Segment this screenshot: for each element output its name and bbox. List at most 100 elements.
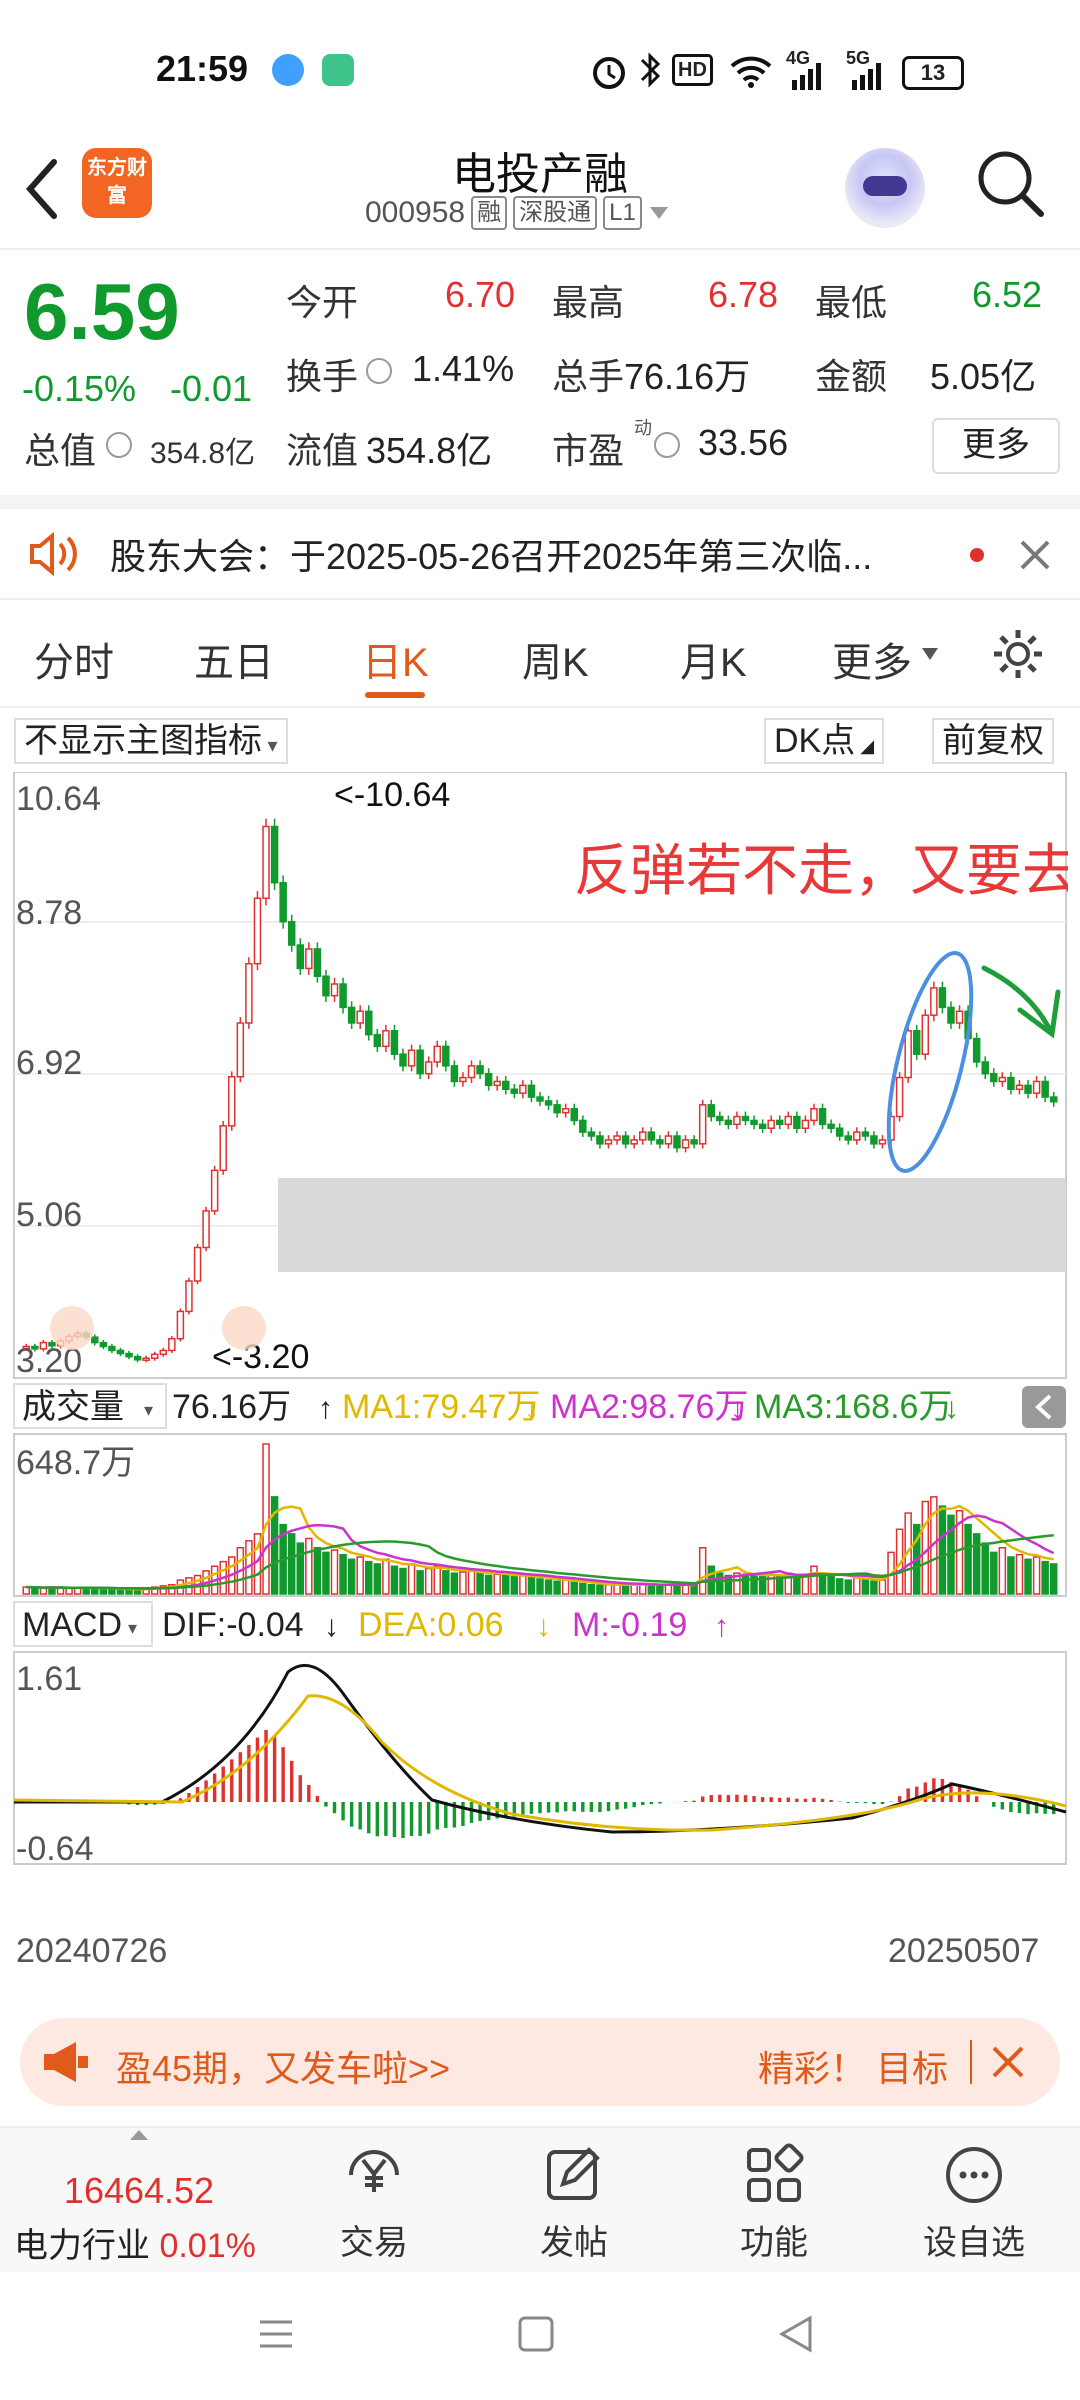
candle [125, 1352, 133, 1358]
adjust-button[interactable]: 前复权 [932, 718, 1054, 764]
candle [621, 1135, 630, 1145]
tab-daily-k[interactable]: 日K [362, 630, 429, 688]
notice-text[interactable]: 股东大会：于2025-05-26召开2025年第三次临... [110, 528, 872, 580]
tab-monthly-k[interactable]: 月K [680, 630, 747, 688]
post-button[interactable]: 发帖 [474, 2128, 674, 2264]
current-price: 6.59 [24, 267, 180, 356]
promo-banner[interactable]: 盈45期，又发车啦>> 精彩！ 目标 [20, 2018, 1060, 2106]
alarm-icon [593, 57, 625, 89]
candle [921, 1014, 930, 1055]
volume-label: 总手 [552, 356, 625, 397]
tab-more[interactable]: 更多 [832, 630, 912, 688]
macd-bar [606, 1802, 611, 1812]
macd-bar [940, 1778, 945, 1802]
support-zone [278, 1178, 1066, 1272]
dk-marker[interactable] [50, 1306, 94, 1350]
volume-bar [262, 1443, 270, 1595]
menu-icon[interactable] [256, 2314, 296, 2354]
volume-bar [793, 1575, 801, 1595]
industry-index[interactable]: 16464.52 电力行业 0.01% [14, 2130, 264, 2267]
dk-point-label: DK点 [774, 722, 856, 760]
assistant-robot-avatar[interactable] [845, 148, 925, 228]
volume-bar [998, 1547, 1007, 1595]
volume-bar [647, 1584, 656, 1595]
candle [673, 1135, 681, 1149]
macd-bar [649, 1802, 654, 1805]
volume-ma1: MA1:79.47万 [342, 1388, 540, 1426]
volume-bar [921, 1500, 930, 1595]
candle [168, 1337, 176, 1352]
dk-point-button[interactable]: DK点 ◢ [764, 718, 885, 764]
hd-icon: HD [672, 54, 713, 86]
macd-bar [803, 1798, 808, 1802]
tab-five-day[interactable]: 五日 [194, 630, 274, 688]
volume-bar [673, 1584, 681, 1595]
volume-bar [938, 1505, 947, 1595]
info-icon[interactable] [366, 358, 392, 384]
candle [955, 1010, 964, 1024]
volume-bar [493, 1573, 501, 1595]
macd-bar [572, 1802, 576, 1812]
volume-bar [553, 1580, 561, 1595]
functions-button[interactable]: 功能 [674, 2128, 874, 2264]
candle [990, 1072, 998, 1083]
home-icon[interactable] [516, 2314, 556, 2354]
tab-intraday[interactable]: 分时 [34, 630, 114, 688]
signal-4g-icon [792, 63, 821, 90]
candle [287, 920, 296, 946]
volume-bar [502, 1574, 510, 1595]
back-triangle-icon[interactable] [776, 2314, 816, 2354]
status-time: 21:59 [156, 48, 249, 89]
macd-bar [486, 1802, 491, 1821]
candle [484, 1072, 493, 1087]
volume-bar [716, 1572, 724, 1595]
search-icon[interactable] [975, 148, 1045, 218]
candle [133, 1355, 142, 1361]
down-arrow-icon: ↓ [730, 1392, 745, 1425]
candle [716, 1115, 724, 1122]
candle [433, 1045, 442, 1063]
speaker-icon [30, 532, 77, 576]
candle [228, 1076, 236, 1127]
stock-code-row[interactable]: 000958 融 深股通 L1 [365, 196, 670, 230]
more-button[interactable]: 更多 [932, 418, 1060, 474]
tab-weekly-k[interactable]: 周K [522, 630, 589, 688]
close-icon[interactable] [990, 2044, 1026, 2080]
candle [382, 1030, 390, 1048]
candle [844, 1135, 852, 1141]
volume-bar [442, 1570, 450, 1595]
candle [245, 962, 253, 1024]
candle [253, 897, 262, 965]
macd-bar [255, 1737, 260, 1802]
candle [176, 1310, 185, 1340]
kline-chart[interactable]: 10.64 8.78 6.92 5.06 3.20 <-10.64 <-3.20… [12, 772, 1068, 2020]
macd-max-label: 1.61 [16, 1660, 82, 1698]
dropdown-triangle-icon [922, 648, 938, 660]
candle [365, 1010, 373, 1036]
volume-bar [656, 1584, 664, 1595]
close-icon[interactable] [1018, 538, 1052, 572]
macd-histogram [33, 1729, 1056, 1839]
candle [493, 1080, 501, 1087]
add-watchlist-button[interactable]: 设自选 [874, 2128, 1074, 2264]
volume-value: 76.16万 [624, 356, 751, 397]
dk-marker[interactable] [222, 1306, 266, 1350]
macd-bar [897, 1796, 902, 1802]
settings-gear-icon[interactable] [990, 626, 1046, 682]
collapse-panel-button[interactable] [1022, 1386, 1066, 1428]
trade-button[interactable]: 交易 [274, 2128, 474, 2264]
volume-ma3: MA3:168.6万 [754, 1388, 952, 1426]
more-dots-icon [946, 2147, 1002, 2203]
macd-bar [658, 1802, 662, 1804]
candle [698, 1104, 707, 1145]
macd-bar [778, 1797, 782, 1802]
macd-bar [812, 1797, 816, 1802]
main-indicator-select[interactable]: 不显示主图指标 ▾ [14, 718, 288, 764]
info-icon[interactable] [106, 432, 132, 458]
macd-bar [769, 1797, 773, 1802]
candle [912, 1030, 921, 1055]
info-icon[interactable] [654, 432, 680, 458]
volume-bar [356, 1556, 364, 1595]
macd-bar [718, 1794, 722, 1802]
notice-bar[interactable]: 股东大会：于2025-05-26召开2025年第三次临... [0, 510, 1080, 600]
